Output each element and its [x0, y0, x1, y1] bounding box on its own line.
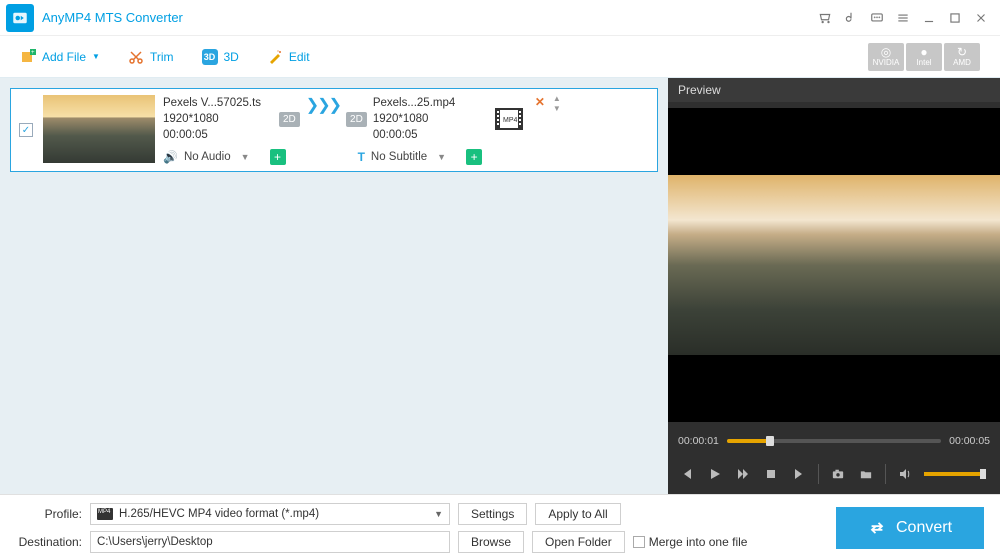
browse-button[interactable]: Browse [458, 531, 524, 553]
file-checkbox[interactable]: ✓ [19, 123, 33, 137]
toolbar: + Add File ▼ Trim 3D 3D Edit ◎NVIDIA ●In… [0, 36, 1000, 78]
feedback-icon[interactable] [866, 7, 888, 29]
convert-icon [868, 519, 886, 537]
subtitle-dropdown[interactable]: T No Subtitle ▼ [358, 150, 451, 164]
prev-button[interactable] [678, 468, 696, 480]
audio-value: No Audio [184, 151, 231, 163]
remove-file-button[interactable]: ✕ [535, 95, 545, 109]
svg-text:MP4: MP4 [503, 117, 518, 124]
dst-duration: 00:00:05 [373, 127, 483, 143]
caret-down-icon: ▼ [237, 152, 254, 162]
volume-button[interactable] [896, 468, 914, 480]
audio-dropdown[interactable]: 🔊 No Audio ▼ [163, 150, 254, 164]
edit-button[interactable]: Edit [267, 49, 310, 65]
3d-button[interactable]: 3D 3D [202, 49, 239, 65]
bottom-panel: Profile: H.265/HEVC MP4 video format (*.… [0, 494, 1000, 553]
close-icon[interactable] [970, 7, 992, 29]
titlebar: AnyMP4 MTS Converter [0, 0, 1000, 36]
src-resolution: 1920*1080 [163, 111, 273, 127]
play-button[interactable] [706, 468, 724, 480]
settings-button[interactable]: Settings [458, 503, 527, 525]
add-file-button[interactable]: + Add File ▼ [20, 49, 100, 65]
merge-checkbox-row[interactable]: Merge into one file [633, 535, 748, 549]
audio-icon: 🔊 [163, 150, 178, 164]
stop-button[interactable] [762, 468, 780, 480]
gpu-badges: ◎NVIDIA ●Intel ↻AMD [868, 43, 980, 71]
scissors-icon [128, 49, 144, 65]
snapshot-button[interactable] [829, 468, 847, 480]
time-current: 00:00:01 [678, 435, 719, 447]
convert-button[interactable]: Convert [836, 507, 984, 549]
volume-slider[interactable] [924, 472, 984, 476]
caret-down-icon: ▼ [434, 509, 443, 519]
preview-video[interactable] [668, 108, 1000, 422]
plus-file-icon: + [20, 49, 36, 65]
next-button[interactable] [790, 468, 808, 480]
convert-label: Convert [896, 519, 952, 537]
file-item[interactable]: ✓ Pexels V...57025.ts 1920*1080 00:00:05… [10, 88, 658, 172]
move-up-button[interactable]: ▲ [553, 95, 561, 103]
caret-down-icon: ▼ [433, 152, 450, 162]
src-2d-badge: 2D [279, 112, 300, 127]
add-audio-button[interactable]: + [270, 149, 286, 165]
3d-label: 3D [224, 50, 239, 64]
gpu-intel-label: Intel [916, 58, 931, 67]
add-file-label: Add File [42, 50, 86, 64]
gpu-nvidia: ◎NVIDIA [868, 43, 904, 71]
time-bar: 00:00:01 00:00:05 [668, 428, 1000, 454]
maximize-icon[interactable] [944, 7, 966, 29]
seek-slider[interactable] [727, 439, 941, 443]
subtitle-icon: T [358, 150, 365, 164]
src-filename: Pexels V...57025.ts [163, 95, 273, 111]
open-folder-button[interactable]: Open Folder [532, 531, 625, 553]
preview-frame [668, 175, 1000, 355]
app-title: AnyMP4 MTS Converter [42, 10, 183, 25]
player-controls [668, 454, 1000, 494]
time-total: 00:00:05 [949, 435, 990, 447]
caret-down-icon: ▼ [92, 52, 100, 61]
cart-icon[interactable] [814, 7, 836, 29]
3d-icon: 3D [202, 49, 218, 65]
merge-label: Merge into one file [649, 535, 748, 549]
file-thumbnail[interactable] [43, 95, 155, 163]
file-checkbox-wrap: ✓ [17, 95, 35, 165]
add-subtitle-button[interactable]: + [466, 149, 482, 165]
film-icon[interactable]: MP4 [495, 108, 523, 130]
profile-dropdown[interactable]: H.265/HEVC MP4 video format (*.mp4) ▼ [90, 503, 450, 525]
trim-label: Trim [150, 50, 174, 64]
destination-label: Destination: [16, 535, 82, 549]
dst-filename: Pexels...25.mp4 [373, 95, 483, 111]
file-list: ✓ Pexels V...57025.ts 1920*1080 00:00:05… [0, 78, 668, 494]
edit-label: Edit [289, 50, 310, 64]
preview-panel: Preview 00:00:01 00:00:05 [668, 78, 1000, 494]
svg-text:+: + [31, 50, 35, 56]
wand-icon [267, 49, 283, 65]
gpu-amd: ↻AMD [944, 43, 980, 71]
arrows-icon: ❯❯❯ [306, 95, 340, 115]
src-duration: 00:00:05 [163, 127, 273, 143]
move-down-button[interactable]: ▼ [553, 105, 561, 113]
dst-2d-badge: 2D [346, 112, 367, 127]
trim-button[interactable]: Trim [128, 49, 174, 65]
profile-label: Profile: [16, 507, 82, 521]
mp4-icon [97, 508, 113, 520]
subtitle-value: No Subtitle [371, 151, 427, 163]
thermometer-icon[interactable] [840, 7, 862, 29]
app-logo [6, 4, 34, 32]
apply-all-button[interactable]: Apply to All [535, 503, 620, 525]
destination-input[interactable]: C:\Users\jerry\Desktop [90, 531, 450, 553]
minimize-icon[interactable] [918, 7, 940, 29]
preview-title: Preview [668, 78, 1000, 102]
snapshot-folder-button[interactable] [857, 468, 875, 480]
fastforward-button[interactable] [734, 468, 752, 480]
dst-resolution: 1920*1080 [373, 111, 483, 127]
gpu-intel: ●Intel [906, 43, 942, 71]
profile-value: H.265/HEVC MP4 video format (*.mp4) [119, 508, 428, 520]
gpu-nvidia-label: NVIDIA [873, 58, 900, 67]
menu-icon[interactable] [892, 7, 914, 29]
destination-value: C:\Users\jerry\Desktop [97, 536, 213, 548]
merge-checkbox[interactable] [633, 536, 645, 548]
gpu-amd-label: AMD [953, 58, 971, 67]
